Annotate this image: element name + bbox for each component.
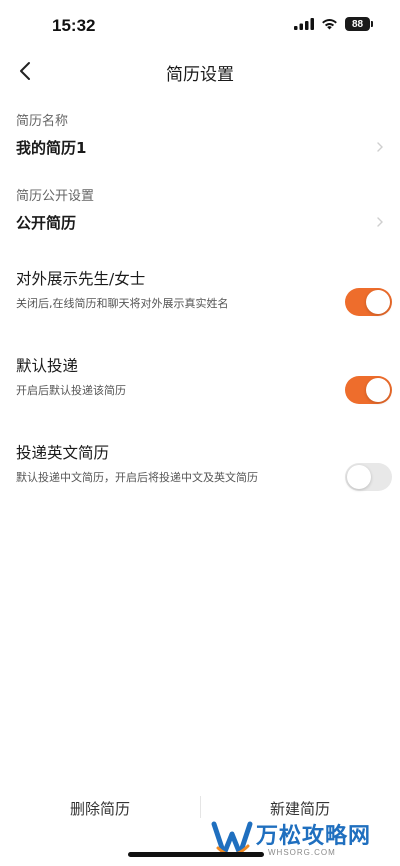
resume-name-value: 我的简历1 bbox=[16, 139, 87, 157]
visibility-label: 简历公开设置 bbox=[16, 189, 95, 204]
honorific-toggle[interactable] bbox=[345, 288, 392, 316]
chevron-right-icon bbox=[377, 142, 383, 152]
status-time: 15:32 bbox=[52, 16, 96, 35]
nav-bar: 简历设置 bbox=[0, 52, 400, 92]
toggle-desc-english-resume: 默认投递中文简历，开启后将投递中文及英文简历 bbox=[16, 471, 258, 484]
toggle-title-english-resume: 投递英文简历 bbox=[16, 444, 110, 462]
page-title: 简历设置 bbox=[166, 65, 234, 85]
battery-icon: 88 bbox=[345, 17, 373, 31]
toggle-title-default-delivery: 默认投递 bbox=[16, 357, 79, 375]
toggle-knob bbox=[366, 290, 390, 314]
signal-icon bbox=[294, 18, 314, 30]
toggle-desc-default-delivery: 开启后默认投递该简历 bbox=[16, 384, 126, 397]
visibility-value: 公开简历 bbox=[16, 214, 77, 232]
delete-resume-button[interactable]: 删除简历 bbox=[0, 780, 200, 836]
default-delivery-toggle[interactable] bbox=[345, 376, 392, 404]
visibility-row[interactable]: 公开简历 bbox=[16, 212, 384, 236]
toggle-desc-honorific: 关闭后,在线简历和聊天将对外展示真实姓名 bbox=[16, 297, 229, 310]
toggle-knob bbox=[347, 465, 371, 489]
wifi-icon bbox=[322, 19, 337, 30]
home-indicator bbox=[128, 852, 264, 857]
resume-name-row[interactable]: 我的简历1 bbox=[16, 137, 384, 161]
toggle-title-honorific: 对外展示先生/女士 bbox=[16, 270, 146, 288]
watermark-title: 万松攻略网 bbox=[256, 823, 372, 848]
chevron-right-icon bbox=[377, 217, 383, 227]
resume-name-label: 简历名称 bbox=[16, 114, 69, 129]
status-bar: 15:32 88 bbox=[0, 0, 400, 52]
english-resume-toggle[interactable] bbox=[345, 463, 392, 491]
watermark-subtitle: WHSORG.COM bbox=[268, 848, 336, 857]
toggle-knob bbox=[366, 378, 390, 402]
status-icons: 88 bbox=[294, 17, 373, 31]
